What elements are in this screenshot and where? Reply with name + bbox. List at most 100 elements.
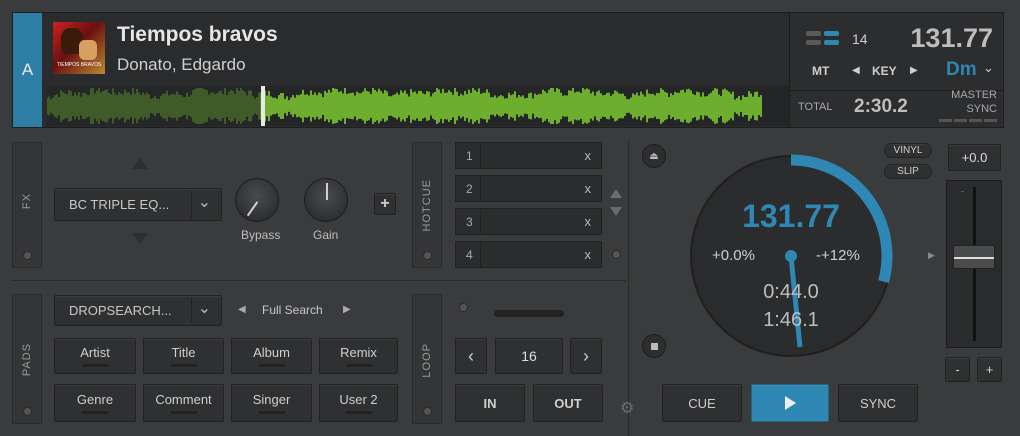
pad-album[interactable]: Album <box>231 338 312 374</box>
loop-halve-button[interactable]: ‹ <box>455 338 487 374</box>
jog-wheel[interactable]: 131.77 +0.0% -+12% 0:44.0 1:46.1 <box>687 152 895 360</box>
pad-artist[interactable]: Artist <box>54 338 136 374</box>
fx-down-arrow-icon[interactable] <box>132 233 148 244</box>
pad-singer[interactable]: Singer <box>231 384 312 422</box>
fx-led[interactable] <box>23 251 32 260</box>
pad-label: User 2 <box>339 392 378 407</box>
hotcue-slot-number: 2 <box>466 182 473 196</box>
loop-double-button[interactable]: › <box>570 338 602 374</box>
pitch-value: +0.0 <box>961 150 988 165</box>
hotcue-slot-1[interactable]: 1 x <box>455 142 602 169</box>
deck-letter: A <box>21 60 34 79</box>
master-sync-button[interactable]: SYNC <box>966 103 997 115</box>
pad-comment[interactable]: Comment <box>143 384 224 422</box>
slip-label: SLIP <box>897 166 919 177</box>
chevron-left-icon: ‹ <box>468 345 474 366</box>
fx-side-strip: FX <box>12 142 42 268</box>
loop-led[interactable] <box>423 407 432 416</box>
hotcue-slot-3[interactable]: 3 x <box>455 208 602 235</box>
pad-user-2[interactable]: User 2 <box>319 384 398 422</box>
fx-up-arrow-icon[interactable] <box>132 158 148 169</box>
pads-section-label: PADS <box>21 343 33 377</box>
key-right-arrow-icon[interactable]: ▶ <box>910 65 918 76</box>
pitch-plus-button[interactable]: + <box>977 357 1002 382</box>
stop-button[interactable] <box>642 334 666 358</box>
loop-out-button[interactable]: OUT <box>533 384 603 422</box>
pitch-slider-handle[interactable] <box>953 245 995 269</box>
stop-icon <box>650 342 658 350</box>
fx-effect-dropdown[interactable]: BC TRIPLE EQ... ⌄ <box>54 188 222 221</box>
loop-in-button[interactable]: IN <box>455 384 525 422</box>
hotcue-side-strip: HOTCUE <box>412 142 442 268</box>
waveform[interactable] <box>47 86 789 126</box>
deck-header: A TIEMPOS BRAVOS Tiempos bravos Donato, … <box>12 12 1004 128</box>
bpm-display: 131.77 <box>910 23 993 53</box>
total-label: TOTAL <box>798 101 833 113</box>
pads-prev-arrow-icon[interactable]: ◀ <box>238 304 246 315</box>
pitch-minus-button[interactable]: - <box>945 357 970 382</box>
cue-button[interactable]: CUE <box>662 384 742 422</box>
pads-dropdown-chevron-icon: ⌄ <box>197 300 211 317</box>
waveform-played-overlay <box>47 86 261 126</box>
key-dropdown-chevron-icon[interactable]: ⌄ <box>983 60 994 76</box>
pads-mode-dropdown[interactable]: DROPSEARCH... ⌄ <box>54 295 222 326</box>
gain-knob[interactable] <box>304 178 348 222</box>
hotcue-slot-number: 3 <box>466 215 473 229</box>
section-divider <box>12 280 626 281</box>
loop-out-label: OUT <box>554 395 582 411</box>
pitch-slider-track[interactable] <box>946 180 1002 348</box>
gain-label: Gain <box>313 228 339 242</box>
waveform-strip[interactable] <box>47 86 789 126</box>
pitch-value-display[interactable]: +0.0 <box>948 144 1001 171</box>
cue-label: CUE <box>688 395 716 411</box>
deck-info-block: 14 131.77 MT ◀ KEY ▶ Dm ⌄ TOTAL 2:30.2 M… <box>789 13 1004 127</box>
sync-button[interactable]: SYNC <box>838 384 918 422</box>
hotcue-section-label: HOTCUE <box>421 179 433 232</box>
pads-led[interactable] <box>23 407 32 416</box>
pad-genre[interactable]: Genre <box>54 384 136 422</box>
loop-active-led[interactable] <box>459 303 468 312</box>
hotcue-slot-2[interactable]: 2 x <box>455 175 602 202</box>
hotcue-clear-icon[interactable]: x <box>585 148 592 163</box>
jog-pitch-right: -+12% <box>816 247 860 264</box>
deck-letter-button[interactable]: A <box>13 13 42 127</box>
hotcue-clear-icon[interactable]: x <box>585 214 592 229</box>
hotcue-page-up-icon[interactable] <box>610 189 622 198</box>
hotcue-slot-4[interactable]: 4 x <box>455 241 602 268</box>
hotcue-led[interactable] <box>423 251 432 260</box>
mt-button[interactable]: MT <box>812 64 829 78</box>
fx-add-button[interactable]: + <box>374 193 396 215</box>
play-button[interactable] <box>751 384 829 422</box>
key-value[interactable]: Dm <box>946 59 977 81</box>
pitch-minus-label: - <box>955 362 960 377</box>
bypass-knob[interactable] <box>235 178 279 222</box>
hotcue-page-down-icon[interactable] <box>610 207 622 216</box>
loop-side-strip: LOOP <box>412 294 442 424</box>
pad-remix[interactable]: Remix <box>319 338 398 374</box>
play-icon <box>784 396 796 410</box>
vinyl-label: VINYL <box>893 145 923 156</box>
master-label: MASTER <box>951 89 997 101</box>
eject-button[interactable]: ⏏ <box>642 144 666 168</box>
jog-right-arrow-icon[interactable]: ▶ <box>928 250 935 261</box>
sync-indicator-bars <box>939 119 997 122</box>
playhead-marker <box>261 86 265 126</box>
track-artist: Donato, Edgardo <box>117 55 246 74</box>
layout-number: 14 <box>852 31 868 47</box>
hotcue-clear-icon[interactable]: x <box>585 181 592 196</box>
key-left-arrow-icon[interactable]: ◀ <box>852 65 860 76</box>
hotcue-right-led[interactable] <box>612 250 621 259</box>
pads-dropdown-label: DROPSEARCH... <box>69 303 172 318</box>
layout-icon[interactable] <box>806 31 840 47</box>
loop-size-display[interactable]: 16 <box>495 338 563 374</box>
settings-gear-icon[interactable]: ⚙ <box>620 398 634 418</box>
fx-dropdown-chevron-icon: ⌄ <box>197 194 211 211</box>
pads-next-arrow-icon[interactable]: ▶ <box>343 304 351 315</box>
loop-section-label: LOOP <box>421 343 433 378</box>
hotcue-clear-icon[interactable]: x <box>585 247 592 262</box>
pitch-plus-label: + <box>985 362 994 377</box>
pad-title[interactable]: Title <box>143 338 224 374</box>
fx-effect-name: BC TRIPLE EQ... <box>69 197 170 212</box>
jog-elapsed: 0:44.0 <box>763 281 819 303</box>
fx-section-label: FX <box>21 193 33 210</box>
